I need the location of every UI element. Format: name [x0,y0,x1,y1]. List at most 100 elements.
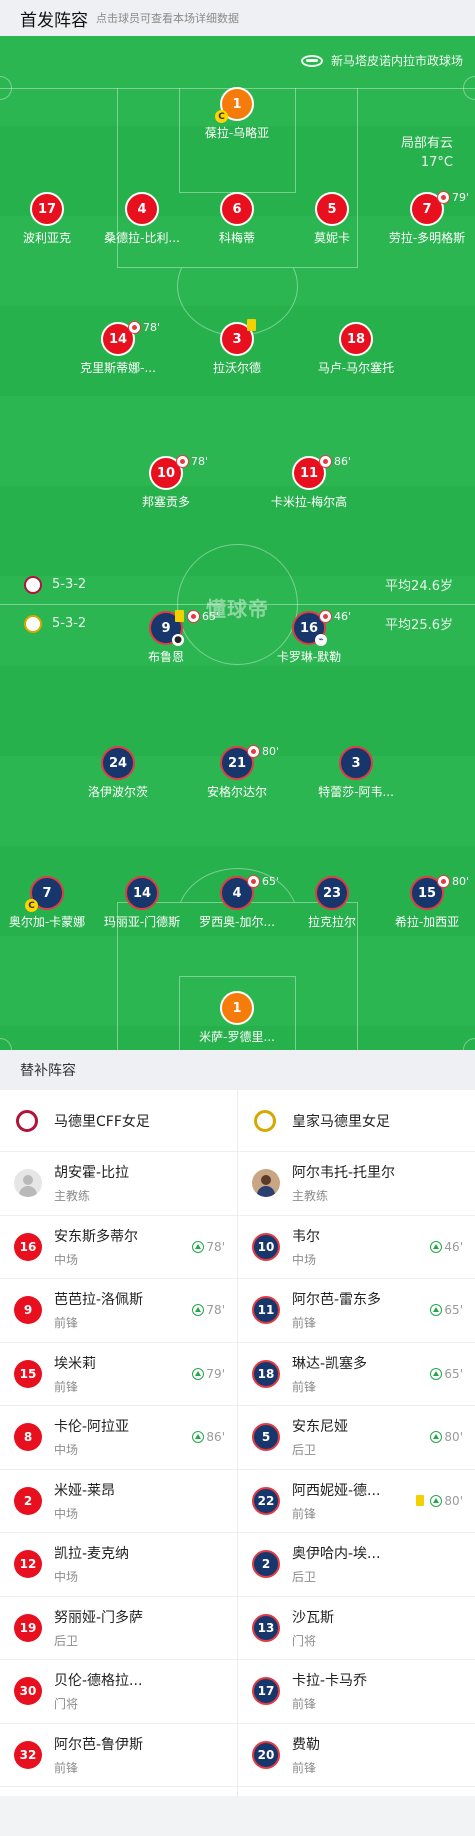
sub-row[interactable]: 13 沙瓦斯 门将 [238,1597,475,1660]
page-subtitle: 点击球员可查看本场详细数据 [96,12,239,25]
sub-in-icon [430,1494,443,1507]
away-team-header[interactable]: 皇家马德里女足 [238,1090,475,1152]
sub-position: 前锋 [292,1379,317,1394]
sub-position: 门将 [54,1697,79,1712]
home-coach-row[interactable]: 胡安霍-比拉 主教练 [0,1152,237,1216]
sub-in-icon [192,1304,205,1317]
home-avg-age: 平均24.6岁 [385,579,453,594]
sub-row[interactable]: 22 阿西妮娅-德... 前锋 80' [238,1470,475,1533]
sub-position: 前锋 [54,1316,79,1331]
sub-number: 8 [14,1423,42,1452]
subs-panel: 马德里CFF女足 胡安霍-比拉 主教练 16 安东斯多蒂尔 中场 78' 9 芭芭拉… [0,1090,475,1796]
weather: 局部有云 17°C [401,134,453,172]
sub-in-event: 78' [192,1240,225,1254]
player-number: 18 [339,322,373,356]
sub-row[interactable]: 2 奥伊哈内-埃... 后卫 [238,1533,475,1597]
sub-number: 22 [252,1486,280,1515]
sub-number: 12 [14,1550,42,1579]
sub-row[interactable]: 11 阿尔芭-雷东多 前锋 65' [238,1279,475,1343]
player-number: 17 [30,192,64,226]
sub-name: 贝伦-德格拉... [54,1673,143,1690]
sub-in-event: 86' [192,1430,225,1444]
weather-temp: 17°C [420,155,453,170]
sub-row[interactable]: 12 凯拉-麦克纳 中场 [0,1533,237,1597]
sub-off-icon [319,610,332,623]
sub-off-badge: 65' [247,875,279,888]
sub-off-badge: 46' [319,610,351,623]
player-number: 1 [220,991,254,1025]
sub-in-event: 65' [430,1303,463,1317]
sub-name: 埃米莉 [54,1355,96,1372]
sub-number: 32 [14,1740,42,1769]
sub-name: 安东斯多蒂尔 [54,1228,138,1245]
away-coach-row[interactable]: 阿尔韦托-托里尔 主教练 [238,1152,475,1216]
sub-number: 10 [252,1232,280,1261]
player-number: 24 [101,746,135,780]
sub-off-icon [176,455,189,468]
sub-position: 后卫 [292,1443,317,1458]
sub-row[interactable]: 9 芭芭拉-洛佩斯 前锋 78' [0,1279,237,1343]
home-formation-row: 5-3-2 平均24.6岁 [0,575,475,594]
lineup-header: 首发阵容 点击球员可查看本场详细数据 [0,0,475,36]
sub-row[interactable]: 15 埃米莉 前锋 79' [0,1343,237,1406]
sub-in-event: 46' [430,1240,463,1254]
sub-in-icon [430,1431,443,1444]
sub-row[interactable]: 20 费勒 前锋 [238,1724,475,1787]
captain-icon: C [25,899,38,912]
sub-row[interactable]: 17 卡拉-卡马乔 前锋 [238,1660,475,1724]
away-formation-row: 5-3-2 平均25.6岁 [0,614,475,633]
sub-off-icon [247,875,260,888]
sub-position: 中场 [54,1506,79,1521]
sub-position: 后卫 [54,1633,79,1648]
player-name: 邦塞贡多 [141,495,190,509]
sub-row[interactable]: 30 贝伦-德格拉... 门将 [0,1660,237,1724]
away-formation: 5-3-2 [52,616,87,631]
sub-row[interactable]: 10 韦尔 中场 46' [238,1216,475,1279]
page-title: 首发阵容 [20,10,88,31]
player-name: 布鲁恩 [147,650,184,664]
sub-row[interactable]: 2 米娅-莱昂 中场 [0,1470,237,1533]
sub-in-event: 78' [192,1303,225,1317]
sub-off-badge: 80' [437,875,469,888]
page-bottom-spacer [0,1796,475,1836]
sub-row[interactable]: 5 安东尼娅 后卫 80' [238,1406,475,1470]
sub-off-badge: 79' [437,191,469,204]
coach-name: 胡安霍-比拉 [54,1165,130,1182]
sub-row[interactable]: 19 努丽娅-门多萨 后卫 [0,1597,237,1660]
sub-number: 2 [252,1550,280,1579]
sub-number: 9 [14,1296,42,1325]
venue-name: 新马塔皮诺内拉市政球场 [330,54,463,68]
weather-condition: 局部有云 [400,136,453,151]
sub-off-badge: 86' [319,455,351,468]
player-name: 米萨-罗德里... [199,1030,275,1044]
sub-position: 前锋 [292,1316,317,1331]
sub-number: 13 [252,1613,280,1642]
sub-in-icon [192,1240,205,1253]
coach-role: 主教练 [292,1189,329,1204]
sub-row[interactable]: 18 琳达-凯塞多 前锋 65' [238,1343,475,1406]
sub-name: 阿尔芭-鲁伊斯 [54,1736,144,1753]
sub-position: 中场 [54,1443,79,1458]
player-number: 3 [339,746,373,780]
sub-off-icon [247,745,260,758]
player-number: 23 [315,876,349,910]
sub-off-icon [437,191,450,204]
sub-name: 费勒 [292,1736,320,1753]
sub-row[interactable]: 16 安东斯多蒂尔 中场 78' [0,1216,237,1279]
sub-off-icon [187,610,200,623]
sub-row[interactable]: 32 阿尔芭-鲁伊斯 前锋 [0,1724,237,1787]
sub-number: 5 [252,1423,280,1452]
player-name: 劳拉-多明格斯 [388,231,466,245]
sub-name: 卡伦-阿拉亚 [54,1419,130,1436]
player-name: 卡罗琳-默勒 [276,650,342,664]
home-crest-icon [24,575,42,594]
yellow-card-icon [247,319,256,331]
sub-row[interactable]: 8 卡伦-阿拉亚 中场 86' [0,1406,237,1470]
sub-name: 凯拉-麦克纳 [54,1546,130,1563]
assist-shoe-icon: ⌁ [315,634,327,646]
sub-number: 20 [252,1740,280,1769]
sub-in-icon [192,1367,205,1380]
home-team-header[interactable]: 马德里CFF女足 [0,1090,237,1152]
away-team-logo-icon [254,1109,276,1132]
sub-number: 18 [252,1359,280,1388]
